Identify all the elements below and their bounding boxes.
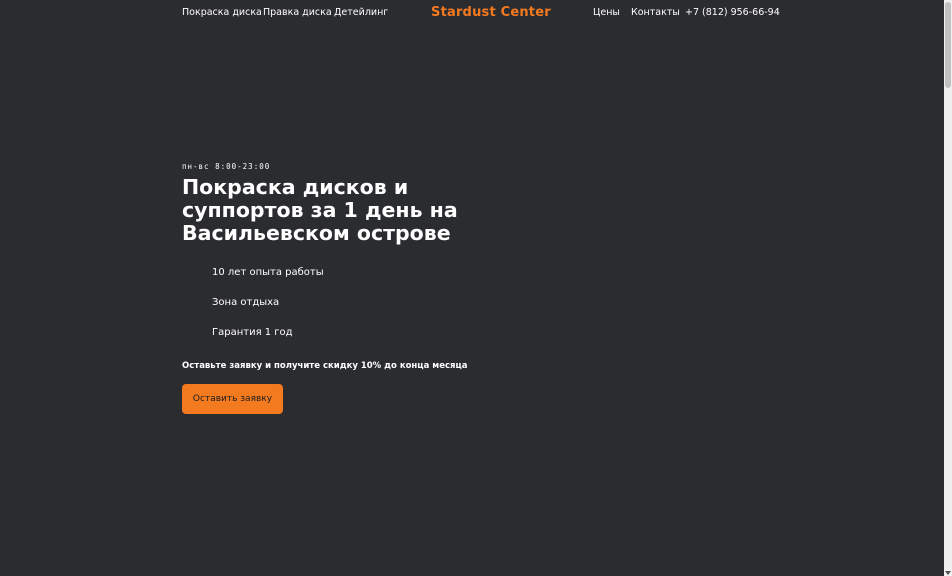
page-title: Покраска дисков и суппортов за 1 день на…	[182, 175, 458, 245]
offer-text: Оставьте заявку и получите скидку 10% до…	[182, 361, 468, 371]
page: Покраска диска Правка диска Детейлинг St…	[0, 0, 944, 576]
feature-warranty: Гарантия 1 год	[212, 327, 293, 338]
nav-link-repair-disk[interactable]: Правка диска	[263, 7, 332, 19]
feature-experience: 10 лет опыта работы	[212, 267, 324, 278]
nav-link-paint-disk[interactable]: Покраска диска	[182, 7, 262, 19]
scroll-thumb[interactable]	[945, 2, 951, 88]
phone-link[interactable]: +7 (812) 956-66-94	[685, 7, 780, 19]
scroll-down-arrow-icon[interactable]	[945, 571, 951, 575]
nav-link-contacts[interactable]: Контакты	[631, 7, 680, 19]
logo[interactable]: Stardust Center	[431, 5, 551, 20]
scrollbar[interactable]	[944, 0, 952, 576]
submit-request-button[interactable]: Оставить заявку	[182, 384, 283, 414]
working-hours: пн-вс 8:00-23:00	[182, 162, 271, 171]
feature-lounge: Зона отдыха	[212, 297, 280, 308]
nav-link-prices[interactable]: Цены	[593, 7, 620, 19]
nav-link-detailing[interactable]: Детейлинг	[334, 7, 388, 19]
